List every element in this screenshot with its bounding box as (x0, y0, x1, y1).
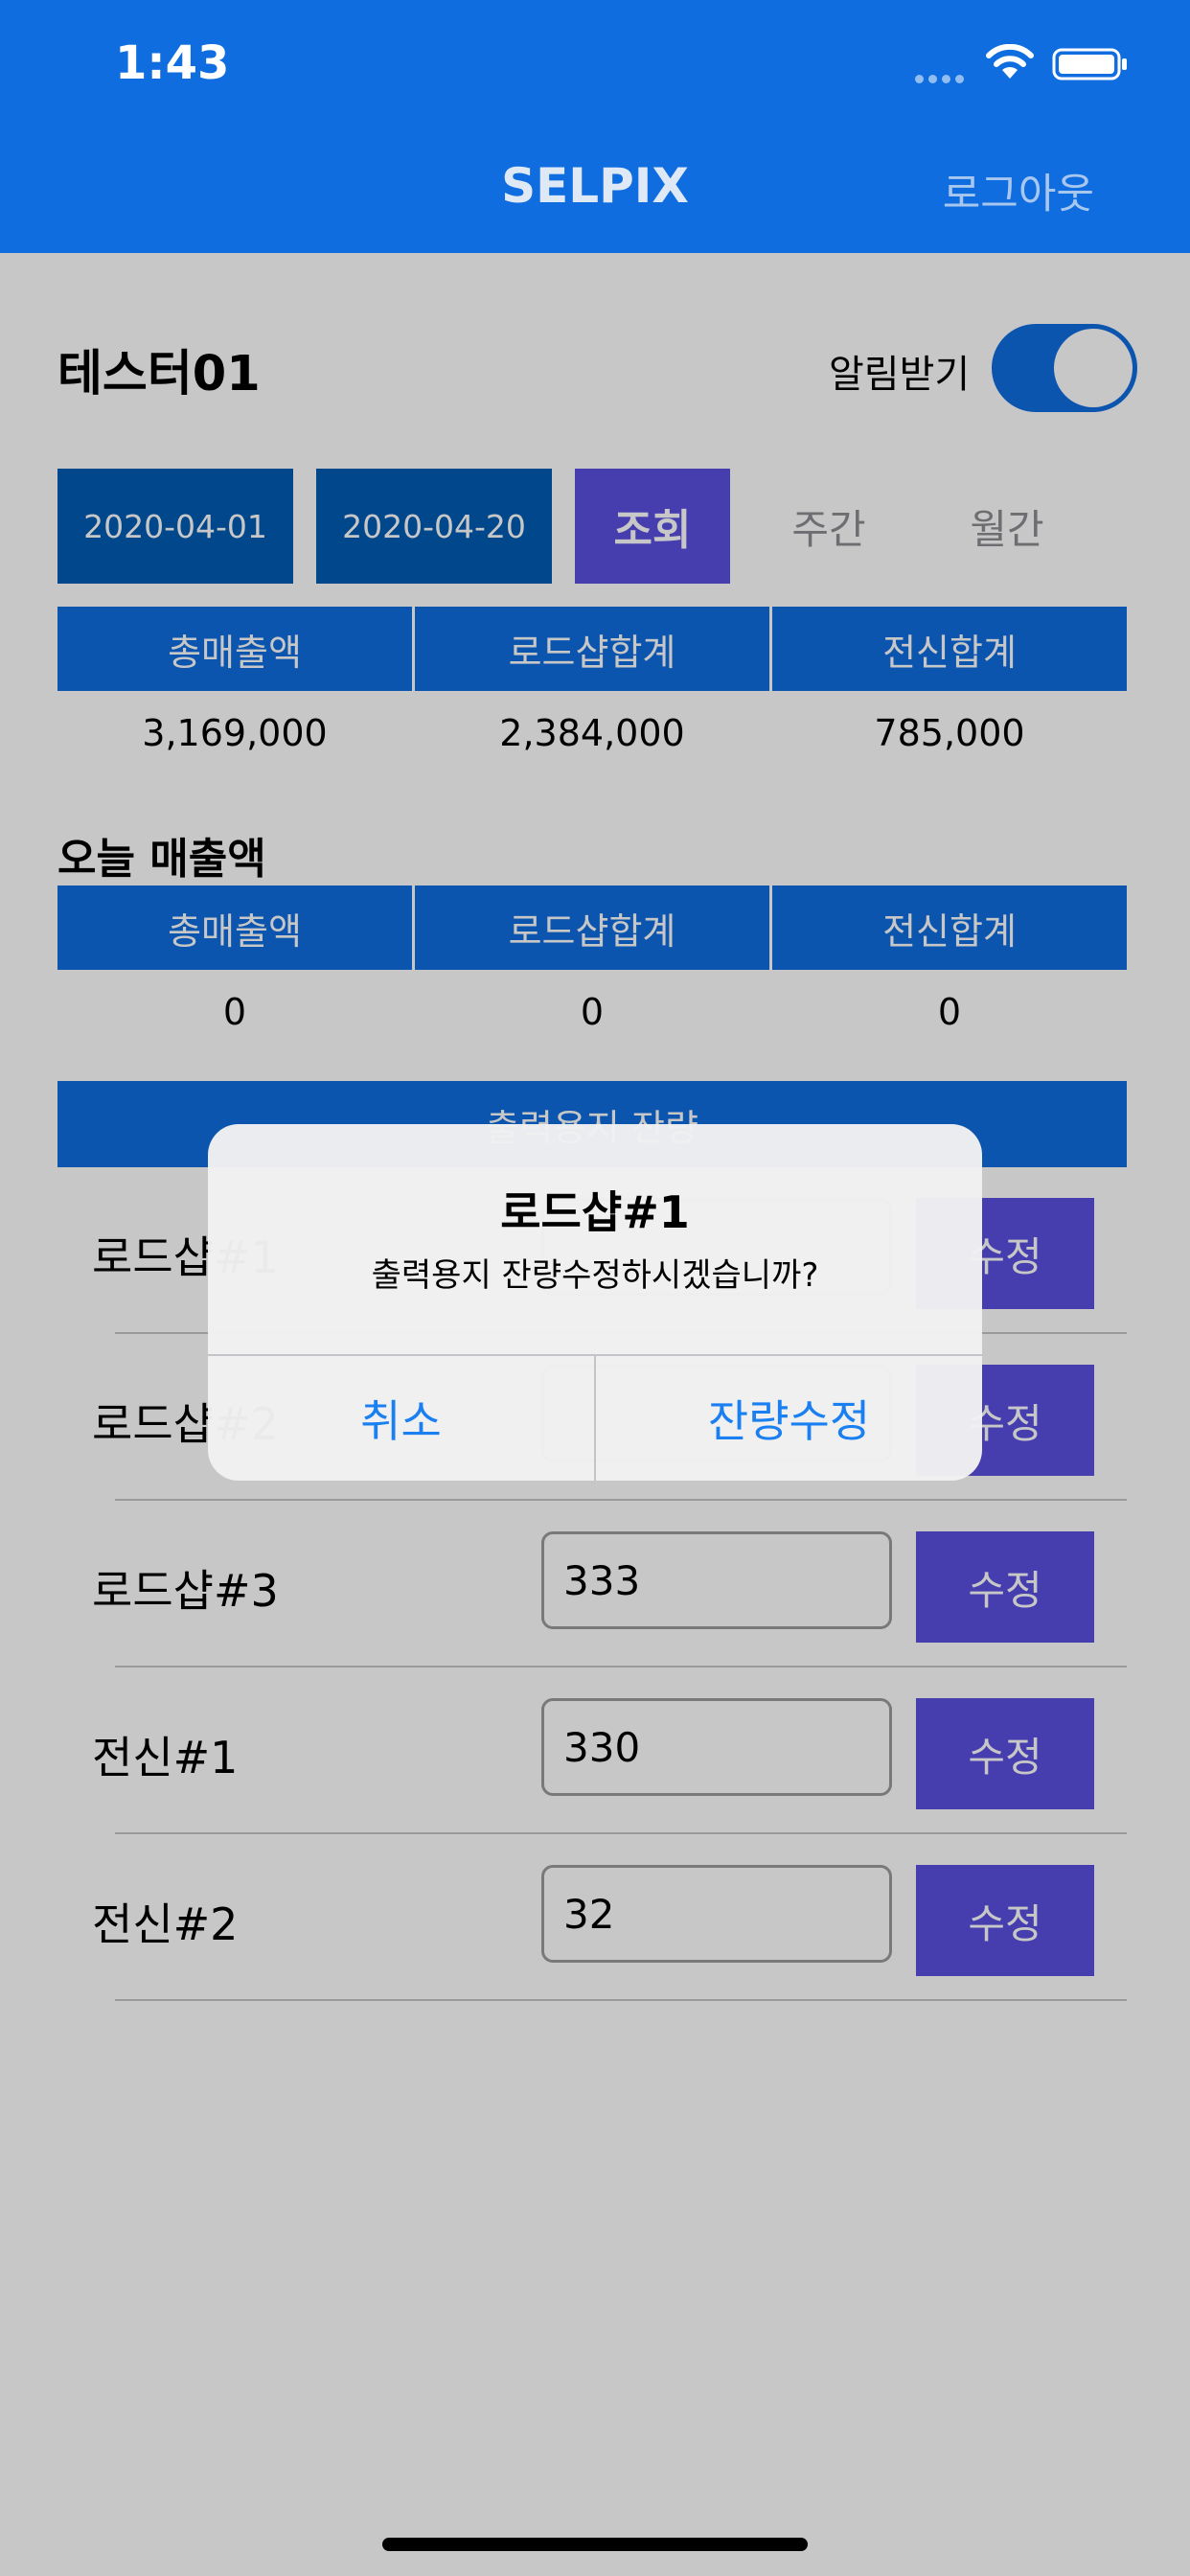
logout-button[interactable]: 로그아웃 (943, 161, 1094, 220)
confirm-dialog: 로드샵#1 출력용지 잔량수정하시겠습니까? 취소 잔량수정 (208, 1124, 982, 1481)
wifi-icon (986, 44, 1034, 79)
confirm-edit-button[interactable]: 잔량수정 (596, 1356, 982, 1481)
status-time: 1:43 (115, 36, 230, 90)
cellular-signal-icon (915, 69, 969, 87)
app-header: 1:43 SELPIX 로그아웃 (0, 0, 1190, 253)
home-indicator[interactable] (382, 2538, 808, 2551)
dialog-message: 출력용지 잔량수정하시겠습니까? (371, 1256, 819, 1295)
cancel-button[interactable]: 취소 (208, 1356, 594, 1481)
dialog-title: 로드샵#1 (500, 1186, 690, 1238)
battery-icon (1052, 48, 1127, 80)
